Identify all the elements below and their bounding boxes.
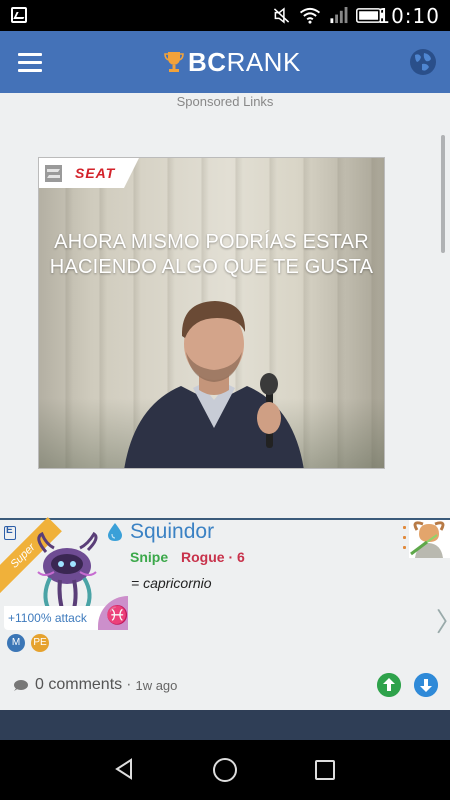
class-secondary: Rogue · 6 xyxy=(181,549,245,565)
zodiac-icon: ♓ xyxy=(98,596,128,630)
author-avatar[interactable] xyxy=(409,520,450,558)
zodiac-symbol: ♓ xyxy=(106,605,129,625)
screen: 10:10 BCRANK Sponsored Links SEAT AHORA … xyxy=(0,0,450,800)
back-icon[interactable] xyxy=(114,758,134,780)
sponsored-label: Sponsored Links xyxy=(176,94,274,109)
wifi-icon xyxy=(299,7,321,24)
seat-brand-tag: SEAT xyxy=(39,158,139,188)
comment-bubble-icon xyxy=(14,679,28,691)
ad-person-image xyxy=(124,301,304,468)
trophy-icon xyxy=(164,52,184,72)
hamburger-menu-icon[interactable] xyxy=(18,53,42,72)
system-nav-bar xyxy=(0,740,450,800)
ad-headline: AHORA MISMO PODRÍAS ESTAR HACIENDO ALGO … xyxy=(39,230,384,280)
signal-icon xyxy=(330,7,348,24)
next-card-edge xyxy=(0,710,450,740)
player-name[interactable]: Squindor xyxy=(130,520,214,544)
sponsored-ad-banner[interactable]: SEAT AHORA MISMO PODRÍAS ESTAR HACIENDO … xyxy=(38,157,385,469)
home-icon[interactable] xyxy=(213,758,237,782)
upvote-arrow-icon[interactable] xyxy=(377,673,401,697)
element-icon xyxy=(4,525,16,540)
brand-name: BCRANK xyxy=(188,46,301,77)
badge-pe: PE xyxy=(31,634,49,652)
chevron-right-icon[interactable]: 〉 xyxy=(436,602,450,639)
app-bar: BCRANK xyxy=(0,31,450,93)
separator: · xyxy=(126,676,132,693)
badge-m: M xyxy=(7,634,25,652)
scrollbar[interactable] xyxy=(441,135,445,253)
ad-headline-line-1: AHORA MISMO PODRÍAS ESTAR xyxy=(54,231,369,253)
ad-headline-line-2: HACIENDO ALGO QUE TE GUSTA xyxy=(49,256,374,278)
player-post-card[interactable]: Super +1100% attack ♓ Squindor Snipe Rog… xyxy=(0,517,450,710)
class-primary: Snipe xyxy=(130,549,169,565)
mute-icon xyxy=(273,7,290,24)
seat-logo-icon xyxy=(45,165,62,182)
comments-link[interactable]: 0 comments · 1w ago xyxy=(12,676,177,694)
comments-count: 0 comments xyxy=(35,676,123,693)
water-drop-icon xyxy=(108,523,122,541)
status-bar: 10:10 xyxy=(0,0,450,31)
ad-brand-name: SEAT xyxy=(75,165,116,181)
attack-bonus: +1100% attack xyxy=(8,611,87,625)
post-quote: = capricornio xyxy=(131,575,212,591)
recents-icon[interactable] xyxy=(315,760,335,780)
image-icon xyxy=(11,7,27,23)
downvote-arrow-icon[interactable] xyxy=(414,673,438,697)
brand-logo[interactable]: BCRANK xyxy=(164,45,301,79)
post-time: 1w ago xyxy=(135,677,178,693)
globe-icon[interactable] xyxy=(410,49,436,75)
clock: 10:10 xyxy=(377,4,440,28)
